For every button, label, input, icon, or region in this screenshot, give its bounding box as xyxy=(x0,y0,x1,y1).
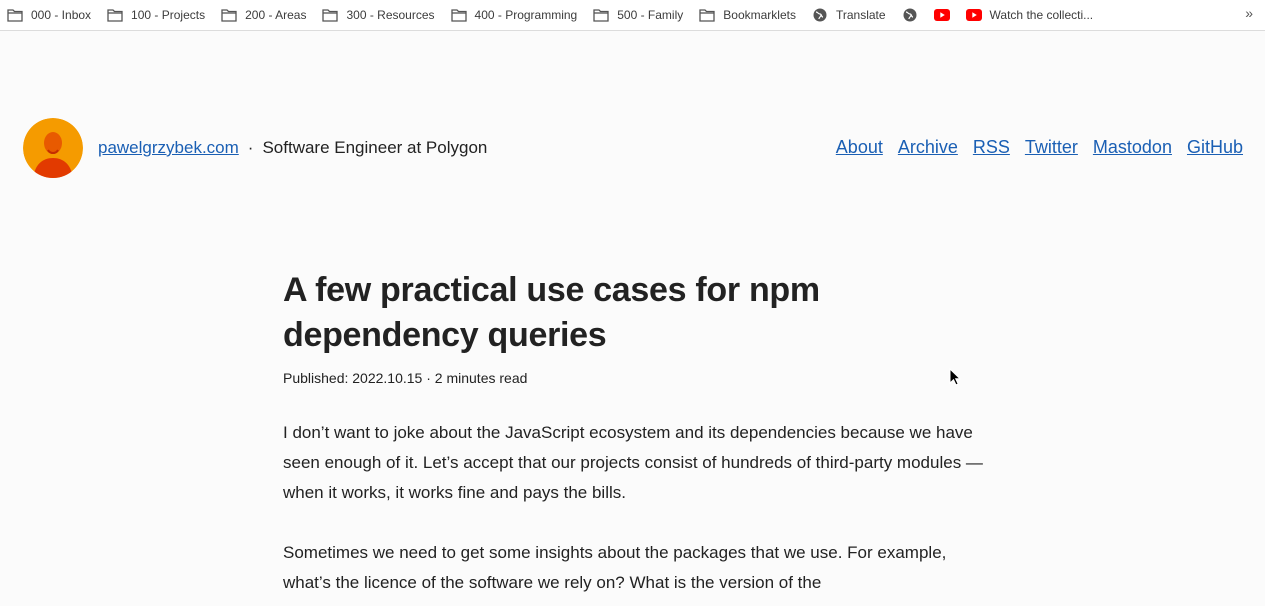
brand-separator: · xyxy=(247,138,254,157)
youtube-icon xyxy=(933,7,950,23)
article-meta: Published: 2022.10.15 · 2 minutes read xyxy=(283,370,528,386)
bookmark-label: 200 - Areas xyxy=(245,8,307,22)
nav-rss[interactable]: RSS xyxy=(973,137,1010,158)
nav-twitter[interactable]: Twitter xyxy=(1025,137,1078,158)
bookmark-label: 500 - Family xyxy=(617,8,684,22)
folder-icon xyxy=(107,7,123,23)
folder-icon xyxy=(7,7,23,23)
globe-icon xyxy=(902,7,918,23)
bookmark-translate[interactable]: Translate xyxy=(812,7,886,23)
bookmark-resources[interactable]: 300 - Resources xyxy=(322,7,435,23)
folder-icon xyxy=(221,7,237,23)
youtube-icon xyxy=(965,7,982,23)
bookmark-programming[interactable]: 400 - Programming xyxy=(450,7,578,23)
site-tagline: Software Engineer at Polygon xyxy=(262,138,488,157)
bookmark-label: Bookmarklets xyxy=(723,8,796,22)
bookmark-label: 300 - Resources xyxy=(346,8,435,22)
nav-archive[interactable]: Archive xyxy=(898,137,958,158)
bookmark-label: 000 - Inbox xyxy=(31,8,92,22)
site-brand: pawelgrzybek.com · Software Engineer at … xyxy=(98,138,487,158)
article-paragraph: Sometimes we need to get some insights a… xyxy=(283,543,947,592)
bookmark-globe[interactable] xyxy=(902,7,918,23)
nav-mastodon[interactable]: Mastodon xyxy=(1093,137,1172,158)
mouse-cursor-icon xyxy=(949,367,962,391)
folder-icon xyxy=(699,7,715,23)
folder-icon xyxy=(450,7,467,23)
bookmark-label: Watch the collecti... xyxy=(989,8,1094,22)
bookmarks-overflow-button[interactable]: » xyxy=(1245,5,1253,21)
site-home-link[interactable]: pawelgrzybek.com xyxy=(98,138,239,158)
bookmark-label: Translate xyxy=(835,8,886,22)
globe-icon xyxy=(812,7,828,23)
article-paragraph: I don’t want to joke about the JavaScrip… xyxy=(283,423,983,502)
bookmark-bookmarklets[interactable]: Bookmarklets xyxy=(699,7,796,23)
bookmark-family[interactable]: 500 - Family xyxy=(593,7,683,23)
bookmark-label: 400 - Programming xyxy=(474,8,578,22)
article-title: A few practical use cases for npm depend… xyxy=(283,268,983,358)
nav-github[interactable]: GitHub xyxy=(1187,137,1243,158)
bookmarks-bar: 000 - Inbox 100 - Projects 200 - Areas 3… xyxy=(0,0,1265,31)
bookmark-inbox[interactable]: 000 - Inbox xyxy=(7,7,91,23)
folder-icon xyxy=(322,7,339,23)
folder-icon xyxy=(593,7,609,23)
article-title-line2: dependency queries xyxy=(283,316,607,354)
avatar[interactable] xyxy=(23,118,83,178)
article-header: A few practical use cases for npm depend… xyxy=(283,268,983,386)
bookmark-areas[interactable]: 200 - Areas xyxy=(221,7,306,23)
bookmark-watch-collection[interactable]: Watch the collecti... xyxy=(965,7,1094,23)
main-nav: About Archive RSS Twitter Mastodon GitHu… xyxy=(821,137,1243,158)
bookmark-projects[interactable]: 100 - Projects xyxy=(107,7,205,23)
bookmark-label: 100 - Projects xyxy=(131,8,206,22)
bookmark-youtube[interactable] xyxy=(933,7,950,23)
article-title-line1: A few practical use cases for npm xyxy=(283,271,820,309)
nav-about[interactable]: About xyxy=(836,137,883,158)
